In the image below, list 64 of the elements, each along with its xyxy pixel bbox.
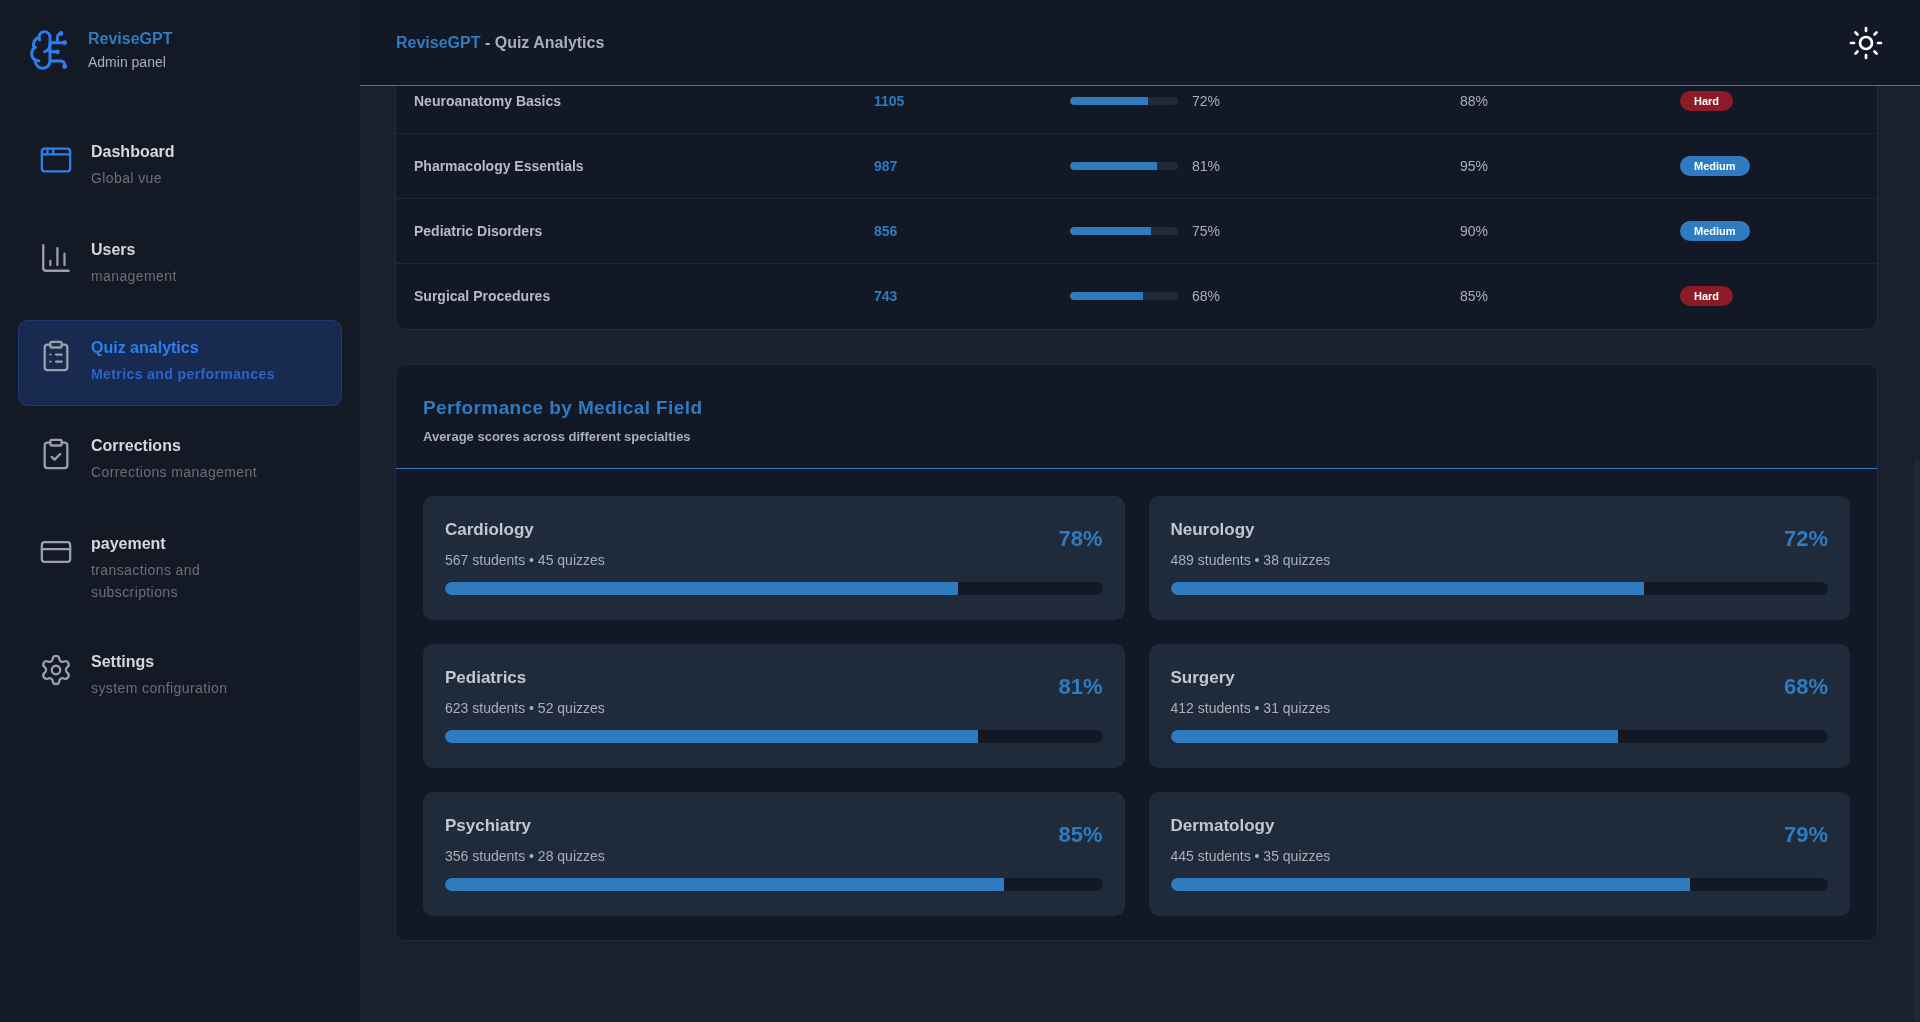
field-name: Psychiatry xyxy=(445,816,532,836)
bar-chart-icon xyxy=(39,241,73,275)
attempts-count: 743 xyxy=(874,288,899,304)
nav-item[interactable]: Quiz analytics Metrics and performances xyxy=(18,320,342,406)
field-score: 68% xyxy=(1783,674,1828,700)
nav-title: Corrections xyxy=(91,437,182,455)
field-stats: 567 students • 45 quizzes xyxy=(445,552,605,568)
brand-name: ReviseGPT xyxy=(88,30,173,48)
section-title: Performance by Medical Field xyxy=(423,397,704,419)
theme-toggle-icon[interactable] xyxy=(1848,24,1884,61)
success-rate: 90% xyxy=(1460,223,1490,239)
difficulty-badge: Medium xyxy=(1680,221,1750,241)
field-score: 79% xyxy=(1783,822,1828,848)
settings-icon xyxy=(39,653,73,687)
nav-item[interactable]: Settings system configuration xyxy=(18,634,342,720)
field-stats: 412 students • 31 quizzes xyxy=(1170,700,1331,716)
nav-item[interactable]: payement transactions and subscriptions xyxy=(18,516,342,622)
nav-item[interactable]: Users management xyxy=(18,222,342,308)
nav-title: Users xyxy=(91,241,137,259)
field-score: 78% xyxy=(1058,526,1103,552)
field-name: Cardiology xyxy=(445,520,535,540)
field-stats: 445 students • 35 quizzes xyxy=(1170,848,1331,864)
nav-subtitle: management xyxy=(91,267,178,286)
field-stats: 356 students • 28 quizzes xyxy=(445,848,605,864)
attempts-count: 987 xyxy=(874,158,899,174)
field-score: 85% xyxy=(1058,822,1103,848)
quiz-name: Pediatric Disorders xyxy=(414,223,544,239)
attempts-count: 856 xyxy=(874,223,899,239)
difficulty-badge: Hard xyxy=(1680,91,1734,111)
nav-title: payement xyxy=(91,535,167,553)
page-title: ReviseGPT - Quiz Analytics xyxy=(396,33,605,52)
nav-title: Settings xyxy=(91,653,156,671)
nav-subtitle: Global vue xyxy=(91,169,163,188)
difficulty-badge: Medium xyxy=(1680,156,1750,176)
field-score: 81% xyxy=(1058,674,1103,700)
success-rate: 85% xyxy=(1460,288,1490,304)
quiz-name: Surgical Procedures xyxy=(414,288,552,304)
quiz-name: Neuroanatomy Basics xyxy=(414,93,563,109)
attempts-count: 1105 xyxy=(874,93,906,109)
brand-subtitle: Admin panel xyxy=(88,54,167,70)
field-name: Dermatology xyxy=(1170,816,1276,836)
quiz-name: Pharmacology Essentials xyxy=(414,158,585,174)
difficulty-badge: Hard xyxy=(1680,286,1734,306)
nav-subtitle: transactions and subscriptions xyxy=(91,561,202,602)
nav-item[interactable]: Corrections Corrections management xyxy=(18,418,342,504)
average-score: 81% xyxy=(1192,158,1221,174)
nav-subtitle: Metrics and performances xyxy=(91,365,276,384)
section-subtitle: Average scores across different specialties xyxy=(423,429,692,444)
nav-title: Dashboard xyxy=(91,143,176,161)
field-stats: 623 students • 52 quizzes xyxy=(445,700,605,716)
nav-subtitle: system configuration xyxy=(91,679,229,698)
field-name: Neurology xyxy=(1170,520,1256,540)
field-name: Pediatrics xyxy=(445,668,528,688)
average-score: 75% xyxy=(1192,223,1221,239)
field-score: 72% xyxy=(1783,526,1828,552)
success-rate: 88% xyxy=(1460,93,1490,109)
field-stats: 489 students • 38 quizzes xyxy=(1170,552,1331,568)
nav-item[interactable]: Dashboard Global vue xyxy=(18,124,342,210)
success-rate: 95% xyxy=(1460,158,1490,174)
nav-subtitle: Corrections management xyxy=(91,463,258,482)
average-score: 72% xyxy=(1192,93,1221,109)
average-score: 68% xyxy=(1192,288,1221,304)
field-name: Surgery xyxy=(1170,668,1236,688)
nav-title: Quiz analytics xyxy=(91,339,200,357)
